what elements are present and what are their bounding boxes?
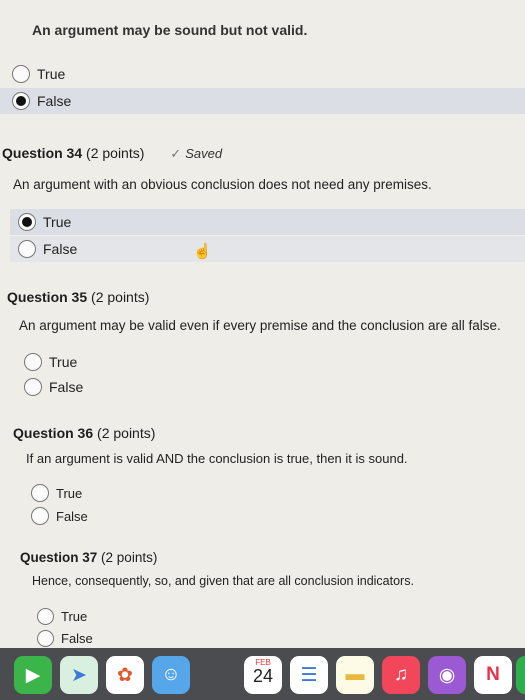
radio-button[interactable] xyxy=(37,629,54,647)
news-icon[interactable]: N xyxy=(474,656,512,694)
radio-button[interactable] xyxy=(31,484,49,502)
radio-button[interactable] xyxy=(24,378,42,396)
question-37-text: Hence, consequently, so, and given that … xyxy=(32,574,414,588)
option-label: True xyxy=(49,354,78,370)
radio-button[interactable] xyxy=(37,607,54,625)
option-label: True xyxy=(37,66,66,82)
saved-status: ✓ Saved xyxy=(170,146,223,161)
partial-question-text: An argument may be sound but not valid. xyxy=(32,22,308,38)
checkmark-icon: ✓ xyxy=(170,146,182,161)
q34-option-true[interactable]: True xyxy=(10,209,525,235)
radio-button[interactable] xyxy=(12,65,30,83)
podcasts-icon[interactable]: ◉ xyxy=(428,656,466,694)
option-label: True xyxy=(61,608,88,624)
photos-icon[interactable]: ✿ xyxy=(106,656,144,694)
facetime-icon[interactable]: ▶ xyxy=(14,656,52,694)
question-37-title: Question 37 (2 points) xyxy=(20,550,158,565)
music-icon[interactable]: ♫ xyxy=(382,656,420,694)
option-label: True xyxy=(43,214,72,230)
q36-option-false[interactable]: False xyxy=(31,503,88,529)
calendar-icon[interactable]: FEB 24 xyxy=(244,656,282,694)
question-35-text: An argument may be valid even if every p… xyxy=(19,318,501,333)
finder-icon[interactable]: ☺ xyxy=(152,656,190,694)
question-34-text: An argument with an obvious conclusion d… xyxy=(13,177,432,192)
q35-option-true[interactable]: True xyxy=(24,349,77,375)
reminders-icon[interactable]: ☰ xyxy=(290,656,328,694)
radio-button-selected[interactable] xyxy=(18,213,36,231)
numbers-icon[interactable] xyxy=(516,656,525,694)
radio-button[interactable] xyxy=(31,507,49,525)
option-label: False xyxy=(61,630,93,646)
option-label: False xyxy=(43,241,78,257)
quiz-page: An argument may be sound but not valid. … xyxy=(0,0,525,700)
notes-icon[interactable]: ▬ xyxy=(336,656,374,694)
question-36-title: Question 36 (2 points) xyxy=(13,425,156,441)
radio-button[interactable] xyxy=(18,240,36,258)
calendar-day: 24 xyxy=(252,666,274,686)
option-label: False xyxy=(56,508,88,524)
question-34-title: Question 34 (2 points) ✓ Saved xyxy=(2,145,223,161)
maps-icon[interactable]: ➤ xyxy=(60,656,98,694)
partial-option-false[interactable]: False xyxy=(0,88,525,114)
q35-option-false[interactable]: False xyxy=(24,374,83,400)
question-36-text: If an argument is valid AND the conclusi… xyxy=(26,451,408,466)
option-label: False xyxy=(49,379,84,395)
partial-option-true[interactable]: True xyxy=(0,61,525,87)
radio-button[interactable] xyxy=(24,353,42,371)
radio-button-selected[interactable] xyxy=(12,92,30,110)
question-35-title: Question 35 (2 points) xyxy=(7,289,150,305)
hand-cursor-icon: ☝ xyxy=(193,243,212,260)
dock: ▶ ➤ ✿ ☺ FEB 24 ☰ ▬ ♫ ◉ N xyxy=(0,648,525,700)
option-label: False xyxy=(37,93,72,109)
option-label: True xyxy=(56,485,83,501)
q34-option-false[interactable]: False xyxy=(10,236,525,262)
